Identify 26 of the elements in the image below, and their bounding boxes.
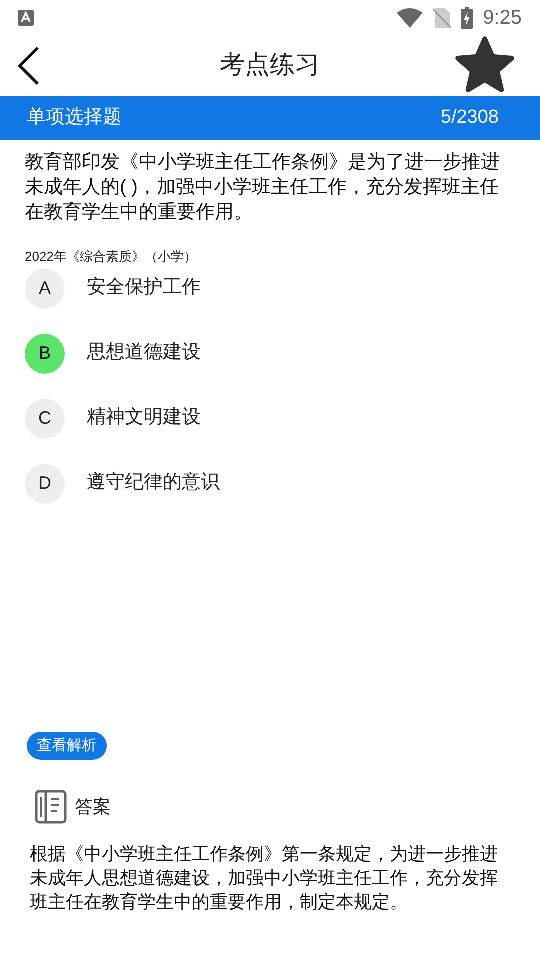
option-letter: D — [25, 464, 65, 504]
option-text: 精神文明建设 — [87, 406, 201, 430]
question-type: 单项选择题 — [27, 106, 122, 130]
question-source: 2022年《综合素质》（小学） — [24, 248, 198, 266]
view-analysis-button[interactable]: 查看解析 — [27, 732, 107, 760]
back-icon[interactable] — [18, 46, 40, 86]
notebook-icon — [35, 790, 67, 824]
option-text: 安全保护工作 — [87, 276, 201, 300]
question-text: 教育部印发《中小学班主任工作条例》是为了进一步推进未成年人的( )，加强中小学班主任工作，充分发挥班主任在教育学生中的重要作用。 — [24, 150, 501, 225]
wifi-icon — [397, 8, 424, 28]
option-letter: C — [25, 398, 65, 438]
option-letter: A — [25, 268, 65, 308]
answer-option[interactable]: A 安全保护工作 — [25, 268, 515, 308]
answer-option[interactable]: C 精神文明建设 — [25, 398, 515, 438]
answer-heading: 答案 — [75, 796, 111, 818]
answer-option[interactable]: B 思想道德建设 — [25, 334, 515, 374]
app-notification-icon — [18, 10, 34, 26]
option-text: 思想道德建设 — [87, 341, 201, 366]
status-time: 9:25 — [483, 6, 522, 31]
page-title: 考点练习 — [220, 50, 320, 82]
option-letter: B — [25, 334, 65, 374]
answer-option[interactable]: D 遵守纪律的意识 — [25, 464, 515, 504]
no-sim-icon — [433, 8, 452, 28]
answer-explanation: 根据《中小学班主任工作条例》第一条规定，为进一步推进未成年人思想道德建设，加强中小学班主任工作，充分发挥班主任在教育学生中的重要作用，制定本规定。 — [29, 843, 499, 914]
option-text: 遵守纪律的意识 — [87, 471, 220, 496]
battery-icon — [461, 7, 474, 29]
